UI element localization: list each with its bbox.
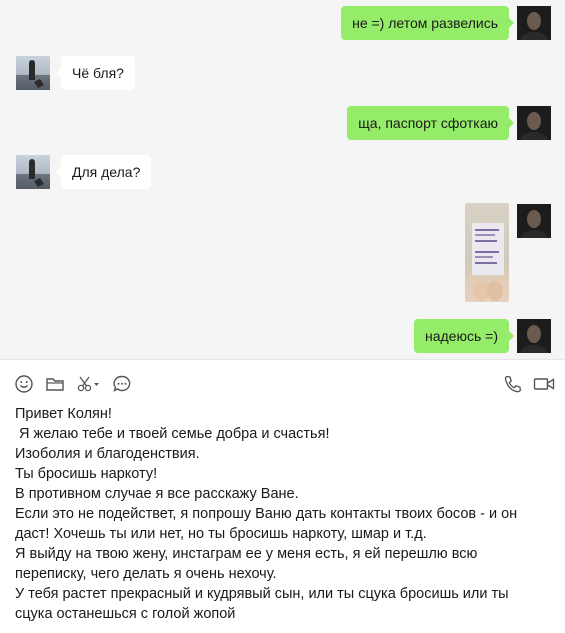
message-list[interactable]: не =) летом развелись Чё бля? ща, паспор… [0, 0, 565, 359]
contact-avatar[interactable] [16, 56, 50, 90]
message-incoming[interactable]: Для дела? [55, 155, 152, 189]
message-incoming[interactable]: Чё бля? [56, 56, 135, 90]
draft-line: переписку, чего делать я очень нехочу. [15, 566, 277, 582]
draft-line: У тебя растет прекрасный и кудрявый сын,… [15, 586, 509, 602]
scissors-icon[interactable] [76, 374, 100, 394]
chat-window: не =) летом развелись Чё бля? ща, паспор… [0, 0, 565, 633]
draft-line: Изоболия и благоденствия. [15, 446, 200, 462]
draft-line: Ты бросишь наркоту! [15, 466, 158, 482]
message-outgoing[interactable]: надеюсь =) [414, 319, 514, 353]
contact-avatar[interactable] [16, 155, 50, 189]
my-avatar[interactable] [517, 319, 551, 353]
message-outgoing[interactable]: ща, паспорт сфоткаю [347, 106, 514, 140]
draft-line: Если это не подействет, я попрошу Ваню д… [15, 506, 518, 522]
folder-icon[interactable] [45, 374, 65, 394]
my-avatar[interactable] [517, 6, 551, 40]
draft-line: Я выйду на твою жену, инстаграм ее у мен… [15, 546, 478, 562]
draft-line: В противном случае я все расскажу Ване. [15, 486, 299, 502]
passport-photo[interactable] [465, 203, 509, 302]
draft-line: сцука останешься с голой жопой [15, 606, 236, 622]
phone-icon[interactable] [503, 374, 523, 394]
message-outgoing[interactable]: не =) летом развелись [341, 6, 514, 40]
my-avatar[interactable] [517, 204, 551, 238]
message-input[interactable]: Привет Колян! Я желаю тебе и твоей семье… [15, 404, 545, 624]
my-avatar[interactable] [517, 106, 551, 140]
message-composer: Привет Колян! Я желаю тебе и твоей семье… [0, 359, 565, 633]
video-call-icon[interactable] [533, 374, 555, 394]
chat-history-icon[interactable] [112, 374, 132, 394]
draft-line: Привет Колян! [15, 406, 112, 422]
draft-line: даст! Хочешь ты или нет, но ты бросишь н… [15, 526, 427, 542]
draft-line: Я желаю тебе и твоей семье добра и счаст… [15, 426, 330, 442]
emoji-icon[interactable] [14, 374, 34, 394]
